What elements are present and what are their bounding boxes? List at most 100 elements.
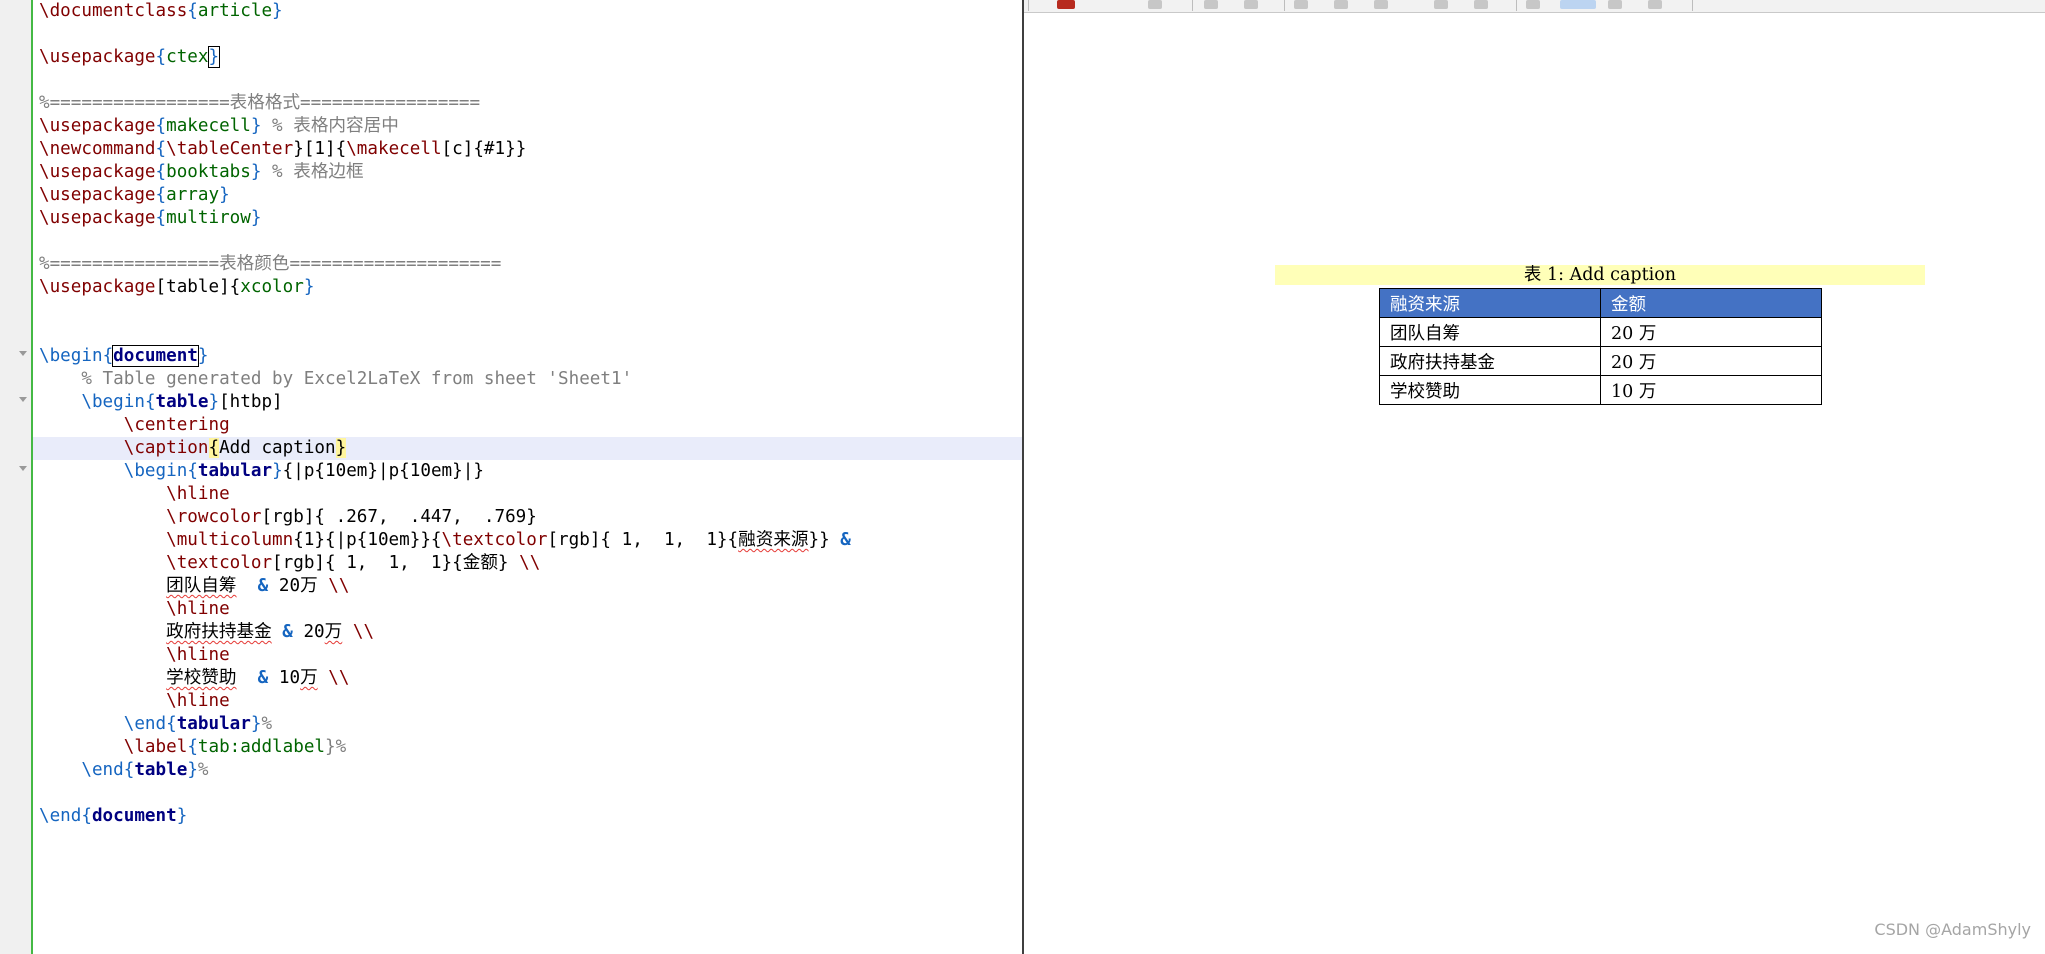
token: [rgb]{ .267, .447, .769} — [261, 507, 537, 527]
token: 融资来源 — [738, 530, 809, 550]
token: } — [250, 208, 262, 228]
toolbar-separator — [1284, 0, 1285, 11]
zoom-icon[interactable] — [1148, 0, 1162, 9]
next-page-icon[interactable] — [1434, 0, 1448, 9]
token: \\ — [519, 553, 541, 573]
code-line[interactable]: \label{tab:addlabel}% — [39, 736, 1022, 759]
token: 团队自筹 — [166, 576, 237, 596]
token: 政府扶持基金 — [166, 622, 272, 642]
code-line[interactable]: \begin{document} — [39, 345, 1022, 368]
table-caption: 表 1: Add caption — [1275, 265, 1925, 285]
code-line[interactable]: \begin{table}[htbp] — [39, 391, 1022, 414]
token: Add caption — [219, 438, 336, 458]
token: [rgb]{ 1, 1, 1}{ — [272, 553, 463, 573]
token: xcolor — [240, 277, 304, 297]
token: } — [250, 714, 262, 734]
code-line[interactable]: \usepackage{ctex} — [39, 46, 1022, 69]
token: \hline — [166, 645, 230, 665]
code-line[interactable]: \hline — [39, 598, 1022, 621]
token: table — [155, 392, 209, 412]
token: \documentclass — [39, 1, 188, 21]
line-gutter[interactable] — [0, 0, 31, 954]
code-line[interactable]: \usepackage{booktabs} % 表格边框 — [39, 161, 1022, 184]
token: document — [112, 345, 199, 367]
token: tabular — [197, 461, 273, 481]
current-code-line[interactable]: \caption{Add caption} — [33, 437, 1022, 460]
code-line[interactable]: \end{tabular}% — [39, 713, 1022, 736]
token: 万 — [300, 668, 318, 688]
token: \hline — [166, 691, 230, 711]
preview-toolbar — [1024, 0, 2045, 13]
token: 万 — [324, 622, 343, 642]
token: 20 — [278, 576, 301, 596]
code-line[interactable]: 学校赞助 & 10万 \\ — [39, 667, 1022, 690]
code-line[interactable]: \usepackage{multirow} — [39, 207, 1022, 230]
first-page-icon[interactable] — [1294, 0, 1308, 9]
code-line[interactable]: 团队自筹 & 20万 \\ — [39, 575, 1022, 598]
code-line[interactable]: \end{document} — [39, 805, 1022, 828]
continuous-icon[interactable] — [1648, 0, 1662, 9]
code-line[interactable]: \rowcolor[rgb]{ .267, .447, .769} — [39, 506, 1022, 529]
header-cell: 金额 — [1600, 288, 1822, 318]
token: \end — [81, 760, 124, 780]
token: \hline — [166, 484, 230, 504]
token: { — [102, 346, 114, 366]
code-line[interactable]: \centering — [39, 414, 1022, 437]
fold-table-icon[interactable] — [19, 397, 27, 402]
token: \makecell — [346, 139, 442, 159]
code-line[interactable]: \hline — [39, 483, 1022, 506]
back-icon[interactable] — [1204, 0, 1218, 9]
page-icon[interactable] — [1374, 0, 1388, 9]
pdf-preview[interactable]: 表 1: Add caption 融资来源 金额 团队自筹 20 万 政府扶持基… — [1024, 0, 2045, 954]
token: \begin — [123, 461, 188, 481]
code-line[interactable]: %=================表格格式================= — [39, 92, 1022, 115]
pdf-icon[interactable] — [1057, 0, 1075, 9]
code-line[interactable]: % Table generated by Excel2LaTeX from sh… — [39, 368, 1022, 391]
latex-editor[interactable]: \documentclass{article} \usepackage{ctex… — [0, 0, 1022, 954]
fit-page-icon[interactable] — [1608, 0, 1622, 9]
token: \\ — [342, 622, 375, 642]
prev-page-icon[interactable] — [1334, 0, 1348, 9]
toolbar-separator — [1028, 0, 1029, 11]
token: & — [236, 668, 279, 688]
forward-icon[interactable] — [1244, 0, 1258, 9]
token: booktabs — [166, 162, 251, 182]
code-line[interactable]: 政府扶持基金 & 20万 \\ — [39, 621, 1022, 644]
fold-document-icon[interactable] — [19, 351, 27, 356]
token: \label — [123, 737, 188, 757]
token: { — [187, 461, 198, 481]
code-line[interactable]: \hline — [39, 644, 1022, 667]
last-page-icon[interactable] — [1474, 0, 1488, 9]
code-line[interactable]: \usepackage[table]{xcolor} — [39, 276, 1022, 299]
code-line[interactable]: \newcommand{\tableCenter}[1]{\makecell[c… — [39, 138, 1022, 161]
token: \begin — [81, 392, 145, 412]
token: 20 — [303, 622, 325, 642]
token: \usepackage — [39, 208, 156, 228]
token: } — [303, 277, 315, 297]
code-line[interactable]: %================表格颜色===================… — [39, 253, 1022, 276]
code-line[interactable]: \usepackage{array} — [39, 184, 1022, 207]
token: makecell — [166, 116, 251, 136]
fit-width-icon[interactable] — [1560, 0, 1596, 9]
token: { — [144, 392, 156, 412]
changed-lines-bar — [31, 0, 33, 954]
fold-tabular-icon[interactable] — [19, 466, 27, 471]
code-line[interactable]: \usepackage{makecell} % 表格内容居中 — [39, 115, 1022, 138]
token: \textcolor — [441, 530, 548, 550]
single-page-icon[interactable] — [1526, 0, 1540, 9]
token: { — [187, 737, 198, 757]
code-line[interactable]: \begin{tabular}{|p{10em}|p{10em}|} — [39, 460, 1022, 483]
code-line[interactable]: \end{table}% — [39, 759, 1022, 782]
token: % — [261, 714, 273, 734]
code-line[interactable]: \hline — [39, 690, 1022, 713]
code-area[interactable]: \documentclass{article} \usepackage{ctex… — [33, 0, 1022, 954]
code-line[interactable]: \multicolumn{1}{|p{10em}}{\textcolor[rgb… — [39, 529, 1022, 552]
token: \\ — [317, 668, 350, 688]
code-line[interactable]: \documentclass{article} — [39, 0, 1022, 23]
token: \begin — [39, 346, 103, 366]
token: document — [91, 806, 177, 826]
token: & — [829, 530, 851, 550]
token: \usepackage — [39, 162, 156, 182]
token: \rowcolor — [166, 507, 262, 527]
code-line[interactable]: \textcolor[rgb]{ 1, 1, 1}{金额} \\ — [39, 552, 1022, 575]
